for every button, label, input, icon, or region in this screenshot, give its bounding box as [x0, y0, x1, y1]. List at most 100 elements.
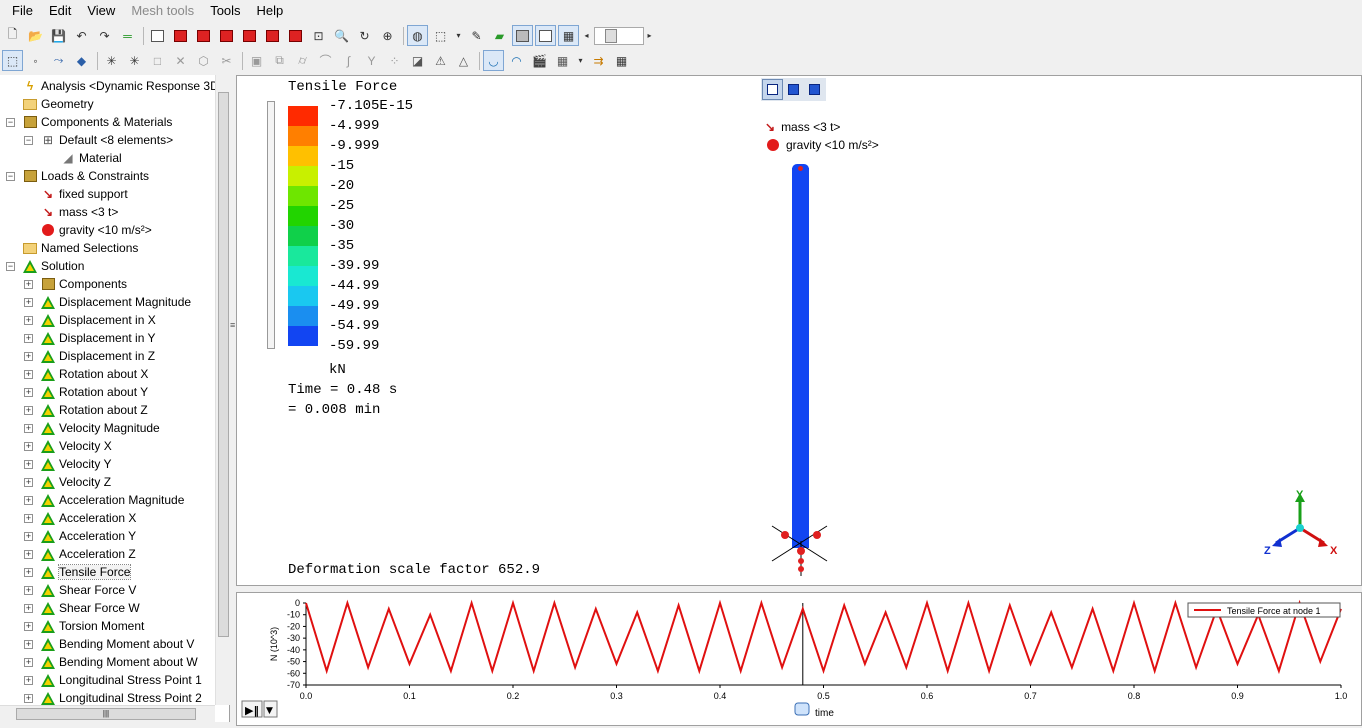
redo-icon[interactable]: ↷: [94, 25, 115, 46]
tree-item[interactable]: Torsion Moment: [40, 617, 144, 635]
menu-mesh-tools[interactable]: Mesh tools: [123, 0, 202, 22]
time-history-chart[interactable]: 0 -10-20 -30 -40 -50-60 -700.0 0.1 0.2 0.3 0.4 0.5…: [237, 593, 1361, 725]
equals-icon[interactable]: ═: [117, 25, 138, 46]
view-bottom-icon[interactable]: [285, 25, 306, 46]
tree-item[interactable]: Components: [40, 275, 127, 293]
shaded-view-icon[interactable]: [512, 25, 533, 46]
curve-icon[interactable]: ∫: [338, 50, 359, 71]
3d-viewport[interactable]: Tensile Force -7.105E-15 -4.999 -9.999 -15 -…: [236, 75, 1362, 586]
expand-toggle-icon[interactable]: +: [24, 676, 33, 685]
tree-item[interactable]: Solution: [22, 257, 84, 275]
tree-item[interactable]: Longitudinal Stress Point 1: [40, 671, 202, 689]
tree-item[interactable]: Velocity Z: [40, 473, 111, 491]
tree-item[interactable]: Displacement Magnitude: [40, 293, 191, 311]
group-icon[interactable]: ▣: [246, 50, 267, 71]
plane-icon[interactable]: ▰: [489, 25, 510, 46]
undo-icon[interactable]: ↶: [71, 25, 92, 46]
expand-toggle-icon[interactable]: +: [24, 532, 33, 541]
show-mask-icon[interactable]: ◍: [407, 25, 428, 46]
expand-toggle-icon[interactable]: +: [24, 406, 33, 415]
expand-toggle-icon[interactable]: +: [24, 640, 33, 649]
tree-item[interactable]: Shear Force W: [40, 599, 140, 617]
tree-item[interactable]: Bending Moment about V: [40, 635, 194, 653]
beam-model[interactable]: [792, 168, 809, 548]
tree-item[interactable]: Bending Moment about W: [40, 653, 198, 671]
view-front-icon[interactable]: [170, 25, 191, 46]
expand-toggle-icon[interactable]: +: [24, 460, 33, 469]
view-left-icon[interactable]: [216, 25, 237, 46]
branch-icon[interactable]: Y: [361, 50, 382, 71]
deformed-shape-icon[interactable]: ◡: [483, 50, 504, 71]
tree-item[interactable]: Acceleration Magnitude: [40, 491, 184, 509]
tree-item[interactable]: Acceleration Z: [40, 545, 136, 563]
cylinder-icon[interactable]: ⌭: [292, 50, 313, 71]
tree-item[interactable]: Velocity X: [40, 437, 112, 455]
edit-icon[interactable]: ✎: [466, 25, 487, 46]
expand-toggle-icon[interactable]: +: [24, 622, 33, 631]
tree-item[interactable]: Displacement in Y: [40, 329, 156, 347]
menu-edit[interactable]: Edit: [41, 0, 79, 22]
tree-item[interactable]: Loads & Constraints: [22, 167, 149, 185]
cut-icon[interactable]: ✂: [216, 50, 237, 71]
tree-item[interactable]: Velocity Magnitude: [40, 419, 160, 437]
select-edge-icon[interactable]: ⤳: [48, 50, 69, 71]
warning-tri-icon[interactable]: ⚠: [430, 50, 451, 71]
view-right-icon[interactable]: [239, 25, 260, 46]
scatter-icon[interactable]: ⁘: [384, 50, 405, 71]
menu-tools[interactable]: Tools: [202, 0, 248, 22]
expand-toggle-icon[interactable]: +: [24, 568, 33, 577]
table-icon[interactable]: ▦: [611, 50, 632, 71]
tree-item[interactable]: Geometry: [22, 95, 94, 113]
tree-item[interactable]: gravity <10 m/s²>: [40, 221, 152, 239]
expand-toggle-icon[interactable]: +: [24, 316, 33, 325]
expand-toggle-icon[interactable]: +: [24, 694, 33, 703]
select-mode-icon[interactable]: ⬚: [430, 25, 451, 46]
export-icon[interactable]: ⇉: [588, 50, 609, 71]
zoom-window-icon[interactable]: ⊕: [377, 25, 398, 46]
new-file-icon[interactable]: 🗋: [2, 25, 23, 46]
select-point-icon[interactable]: ◦: [25, 50, 46, 71]
tree-item[interactable]: Velocity Y: [40, 455, 111, 473]
tree-item[interactable]: ◢ Material: [60, 149, 121, 167]
iso-view-button[interactable]: [762, 79, 783, 100]
expand-toggle-icon[interactable]: +: [24, 442, 33, 451]
view-iso-icon[interactable]: [147, 25, 168, 46]
animate-icon[interactable]: 🎬: [529, 50, 550, 71]
expand-toggle-icon[interactable]: +: [24, 604, 33, 613]
tree-item[interactable]: Acceleration X: [40, 509, 136, 527]
tree-item[interactable]: Named Selections: [22, 239, 138, 257]
tree-item[interactable]: Acceleration Y: [40, 527, 136, 545]
slider-right-icon[interactable]: ▸: [644, 25, 655, 46]
tree-item[interactable]: Components & Materials: [22, 113, 172, 131]
tree-horizontal-scrollbar[interactable]: |||: [0, 705, 215, 722]
expand-toggle-icon[interactable]: +: [24, 280, 33, 289]
tree-item[interactable]: Rotation about Y: [40, 383, 148, 401]
arch-icon[interactable]: ⌒: [315, 50, 336, 71]
collapse-toggle-icon[interactable]: −: [6, 262, 15, 271]
select-box-icon[interactable]: ⬚: [2, 50, 23, 71]
menu-view[interactable]: View: [79, 0, 123, 22]
rotate-icon[interactable]: ↻: [354, 25, 375, 46]
expand-toggle-icon[interactable]: +: [24, 388, 33, 397]
collapse-toggle-icon[interactable]: −: [24, 136, 33, 145]
tree-item[interactable]: ⊞ Default <8 elements>: [40, 131, 173, 149]
expand-toggle-icon[interactable]: +: [24, 298, 33, 307]
expand-toggle-icon[interactable]: +: [24, 586, 33, 595]
view-top-icon[interactable]: [262, 25, 283, 46]
expand-toggle-icon[interactable]: +: [24, 550, 33, 559]
dropdown-arrow-icon[interactable]: ▾: [575, 50, 586, 71]
expand-toggle-icon[interactable]: +: [24, 514, 33, 523]
probe-icon[interactable]: ▦: [552, 50, 573, 71]
tree-item[interactable]: Displacement in Z: [40, 347, 155, 365]
mesh-view-icon[interactable]: ▦: [558, 25, 579, 46]
collapse-toggle-icon[interactable]: −: [6, 118, 15, 127]
undeformed-shape-icon[interactable]: ◠: [506, 50, 527, 71]
tree-item[interactable]: Displacement in X: [40, 311, 156, 329]
expand-toggle-icon[interactable]: +: [24, 352, 33, 361]
tree-item[interactable]: ↘ fixed support: [40, 185, 128, 203]
tree-item[interactable]: Shear Force V: [40, 581, 136, 599]
expand-toggle-icon[interactable]: +: [24, 370, 33, 379]
open-folder-icon[interactable]: 📂: [25, 25, 46, 46]
slider-left-icon[interactable]: ◂: [581, 25, 592, 46]
tree-item[interactable]: Rotation about Z: [40, 401, 148, 419]
